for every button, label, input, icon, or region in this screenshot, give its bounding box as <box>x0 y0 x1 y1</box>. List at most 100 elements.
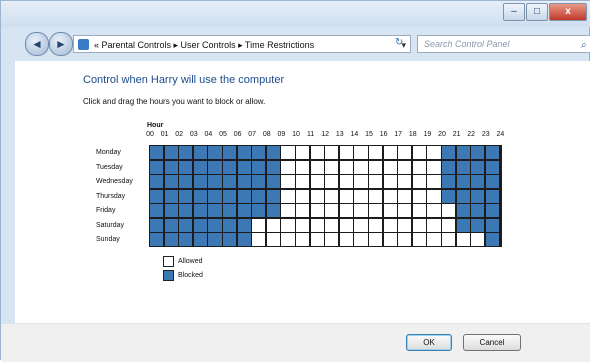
hour-cell-friday-16[interactable] <box>383 204 397 218</box>
hour-cell-thursday-9[interactable] <box>281 189 295 203</box>
hour-cell-wednesday-9[interactable] <box>281 175 295 189</box>
hour-cell-monday-4[interactable] <box>208 146 222 160</box>
hour-cell-monday-15[interactable] <box>369 146 383 160</box>
hour-cell-wednesday-18[interactable] <box>412 175 427 189</box>
hour-cell-friday-10[interactable] <box>296 204 310 218</box>
forward-button[interactable]: ► <box>49 32 73 56</box>
hour-cell-wednesday-20[interactable] <box>442 175 456 189</box>
hour-cell-saturday-4[interactable] <box>208 218 222 232</box>
hour-cell-monday-9[interactable] <box>281 146 295 160</box>
hour-cell-sunday-10[interactable] <box>296 233 310 247</box>
hour-cell-saturday-8[interactable] <box>266 218 281 232</box>
hour-cell-monday-19[interactable] <box>427 146 441 160</box>
hour-cell-tuesday-18[interactable] <box>412 160 427 174</box>
hour-cell-saturday-16[interactable] <box>383 218 397 232</box>
hour-cell-friday-17[interactable] <box>398 204 412 218</box>
hour-cell-friday-15[interactable] <box>369 204 383 218</box>
hour-cell-tuesday-23[interactable] <box>485 160 500 174</box>
hour-cell-thursday-4[interactable] <box>208 189 222 203</box>
maximize-button[interactable]: □ <box>526 3 548 21</box>
hour-cell-thursday-23[interactable] <box>485 189 500 203</box>
hour-cell-saturday-17[interactable] <box>398 218 412 232</box>
hour-cell-wednesday-22[interactable] <box>471 175 485 189</box>
ok-button[interactable]: OK <box>406 334 452 351</box>
hour-cell-friday-5[interactable] <box>223 204 237 218</box>
hour-cell-thursday-7[interactable] <box>252 189 266 203</box>
hour-cell-monday-5[interactable] <box>223 146 237 160</box>
hour-cell-saturday-14[interactable] <box>354 218 368 232</box>
hour-cell-tuesday-22[interactable] <box>471 160 485 174</box>
hour-cell-tuesday-16[interactable] <box>383 160 397 174</box>
hour-cell-saturday-23[interactable] <box>485 218 500 232</box>
hour-cell-saturday-10[interactable] <box>296 218 310 232</box>
minimize-button[interactable]: – <box>503 3 525 21</box>
hour-cell-thursday-3[interactable] <box>193 189 208 203</box>
hour-cell-saturday-21[interactable] <box>456 218 470 232</box>
hour-cell-sunday-22[interactable] <box>471 233 485 247</box>
hour-cell-sunday-14[interactable] <box>354 233 368 247</box>
hour-cell-monday-23[interactable] <box>485 146 500 160</box>
hour-cell-sunday-9[interactable] <box>281 233 295 247</box>
hour-cell-friday-0[interactable] <box>150 204 164 218</box>
hour-cell-sunday-6[interactable] <box>237 233 251 247</box>
hour-cell-sunday-7[interactable] <box>252 233 266 247</box>
back-button[interactable]: ◄ <box>25 32 49 56</box>
hour-cell-saturday-11[interactable] <box>310 218 324 232</box>
hour-cell-sunday-20[interactable] <box>442 233 456 247</box>
hour-cell-wednesday-2[interactable] <box>179 175 193 189</box>
hour-cell-thursday-11[interactable] <box>310 189 324 203</box>
hour-cell-saturday-20[interactable] <box>442 218 456 232</box>
hour-cell-thursday-10[interactable] <box>296 189 310 203</box>
hour-cell-monday-14[interactable] <box>354 146 368 160</box>
close-button[interactable]: x <box>549 3 587 21</box>
hour-cell-friday-1[interactable] <box>164 204 178 218</box>
hour-cell-sunday-5[interactable] <box>223 233 237 247</box>
hour-cell-saturday-12[interactable] <box>325 218 339 232</box>
hour-cell-tuesday-1[interactable] <box>164 160 178 174</box>
hour-cell-wednesday-5[interactable] <box>223 175 237 189</box>
hour-cell-tuesday-6[interactable] <box>237 160 251 174</box>
hour-cell-monday-7[interactable] <box>252 146 266 160</box>
hour-cell-sunday-17[interactable] <box>398 233 412 247</box>
hour-cell-friday-14[interactable] <box>354 204 368 218</box>
hour-cell-wednesday-21[interactable] <box>456 175 470 189</box>
hour-cell-saturday-0[interactable] <box>150 218 164 232</box>
hour-cell-tuesday-3[interactable] <box>193 160 208 174</box>
refresh-icon[interactable]: ↻ <box>395 37 403 48</box>
hour-cell-friday-2[interactable] <box>179 204 193 218</box>
hour-cell-tuesday-14[interactable] <box>354 160 368 174</box>
hour-cell-thursday-0[interactable] <box>150 189 164 203</box>
hour-cell-sunday-19[interactable] <box>427 233 441 247</box>
hour-cell-thursday-8[interactable] <box>266 189 281 203</box>
hour-cell-sunday-13[interactable] <box>339 233 354 247</box>
hour-cell-friday-22[interactable] <box>471 204 485 218</box>
hour-cell-saturday-9[interactable] <box>281 218 295 232</box>
hour-cell-thursday-22[interactable] <box>471 189 485 203</box>
hour-cell-monday-0[interactable] <box>150 146 164 160</box>
hour-cell-sunday-21[interactable] <box>456 233 470 247</box>
hour-cell-wednesday-16[interactable] <box>383 175 397 189</box>
hour-cell-tuesday-10[interactable] <box>296 160 310 174</box>
search-input[interactable]: Search Control Panel ⌕ <box>417 35 590 53</box>
hour-cell-tuesday-2[interactable] <box>179 160 193 174</box>
hour-cell-thursday-21[interactable] <box>456 189 470 203</box>
hour-cell-monday-20[interactable] <box>442 146 456 160</box>
hour-cell-monday-13[interactable] <box>339 146 354 160</box>
hour-cell-friday-4[interactable] <box>208 204 222 218</box>
hour-cell-tuesday-4[interactable] <box>208 160 222 174</box>
hour-cell-saturday-13[interactable] <box>339 218 354 232</box>
hour-cell-wednesday-4[interactable] <box>208 175 222 189</box>
time-restrictions-grid[interactable] <box>149 145 502 247</box>
hour-cell-friday-9[interactable] <box>281 204 295 218</box>
hour-cell-tuesday-19[interactable] <box>427 160 441 174</box>
hour-cell-monday-3[interactable] <box>193 146 208 160</box>
hour-cell-thursday-1[interactable] <box>164 189 178 203</box>
hour-cell-sunday-1[interactable] <box>164 233 178 247</box>
hour-cell-thursday-2[interactable] <box>179 189 193 203</box>
hour-cell-friday-12[interactable] <box>325 204 339 218</box>
cancel-button[interactable]: Cancel <box>463 334 521 351</box>
hour-cell-tuesday-0[interactable] <box>150 160 164 174</box>
hour-cell-friday-21[interactable] <box>456 204 470 218</box>
hour-cell-thursday-14[interactable] <box>354 189 368 203</box>
hour-cell-sunday-11[interactable] <box>310 233 324 247</box>
